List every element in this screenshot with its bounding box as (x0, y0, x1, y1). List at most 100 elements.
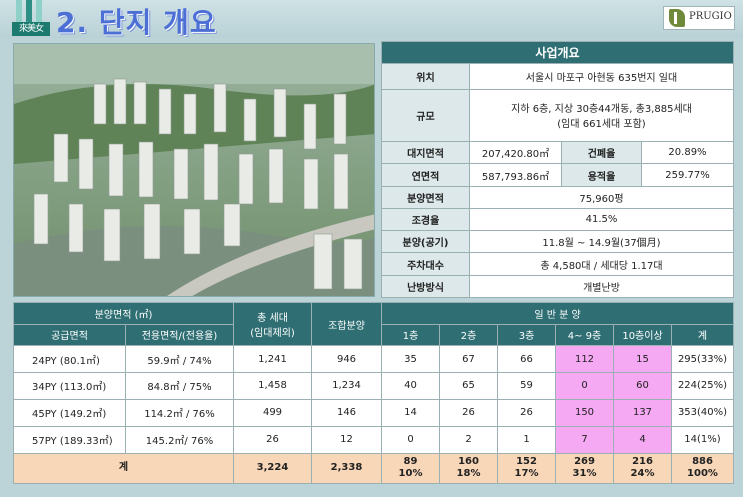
scale-line-1: 지하 6층, 지상 30층44개동, 총3,885세대 (511, 104, 692, 116)
value-scale: 지하 6층, 지상 30층44개동, 총3,885세대 (임대 661세대 포함… (469, 88, 734, 143)
label-floor-area: 연면적 (381, 163, 470, 187)
label-coverage: 건폐율 (561, 141, 642, 165)
total-sum: 886 100% (671, 452, 734, 485)
total-union: 2,338 (311, 452, 382, 485)
label-parking: 주차대수 (381, 252, 470, 276)
cell-row-sum: 295(33%) (671, 345, 734, 374)
label-schedule: 분양(공기) (381, 230, 470, 254)
prugio-logo: PRUGIO (663, 6, 735, 30)
cell-floor: 26 (439, 398, 498, 427)
value-parking: 총 4,580대 / 세대당 1.17대 (469, 252, 734, 276)
cell-union: 1,234 (311, 372, 382, 400)
header-floor-4-9: 4~ 9층 (555, 323, 614, 347)
total-share: 17% (514, 468, 539, 480)
total-share: 100% (687, 468, 718, 480)
cell-floor-highlight: 15 (613, 345, 672, 374)
total-count: 269 (574, 456, 595, 468)
total-units: 3,224 (233, 452, 312, 485)
cell-floor: 1 (497, 425, 556, 454)
cell-union: 146 (311, 398, 382, 427)
cell-floor-highlight: 150 (555, 398, 614, 427)
total-count: 216 (632, 456, 653, 468)
header-union: 조합분양 (311, 301, 382, 347)
cell-floor: 35 (381, 345, 440, 374)
header-floor-1: 1층 (381, 323, 440, 347)
unit-distribution-table: 분양면적 (㎡) 총 세대 (임대제외) 조합분양 일 반 분 양 공급면적 전… (13, 301, 734, 485)
cell-row-sum: 224(25%) (671, 372, 734, 400)
cell-floor-highlight: 137 (613, 398, 672, 427)
cell-floor: 0 (381, 425, 440, 454)
logo-text: PRUGIO (689, 11, 732, 22)
cell-supply: 34PY (113.0㎡) (13, 372, 126, 400)
total-label: 계 (13, 452, 234, 485)
header-total-line-1: 총 세대 (257, 313, 288, 325)
cell-exclusive: 114.2㎡ / 76% (125, 398, 234, 427)
cell-floor: 26 (497, 398, 556, 427)
cell-floor: 2 (439, 425, 498, 454)
cell-floor-highlight: 112 (555, 345, 614, 374)
value-site-area: 207,420.80㎡ (469, 141, 562, 165)
cell-exclusive: 145.2㎡/ 76% (125, 425, 234, 454)
label-sale-area: 분양면적 (381, 185, 470, 209)
cell-floor: 65 (439, 372, 498, 400)
cell-union: 946 (311, 345, 382, 374)
cell-exclusive: 84.8㎡ / 75% (125, 372, 234, 400)
value-heating: 개별난방 (469, 274, 734, 299)
cell-supply: 24PY (80.1㎡) (13, 345, 126, 374)
total-floor-2: 160 18% (439, 452, 498, 485)
project-summary-table: 사업개요 위치 서울시 마포구 아현동 635번지 일대 규모 지하 6층, 지… (381, 40, 734, 299)
badge-text: 來美女 (12, 22, 50, 36)
header-supply-area: 공급면적 (13, 323, 126, 347)
label-landscape: 조경율 (381, 207, 470, 232)
badge-logo: 來美女 (12, 0, 50, 38)
cell-union: 12 (311, 425, 382, 454)
leaf-icon (669, 9, 685, 27)
table-row: 34PY (113.0㎡) 84.8㎡ / 75% 1,458 1,234 40… (13, 372, 734, 400)
header-floor-10-plus: 10층이상 (613, 323, 672, 347)
table-row: 24PY (80.1㎡) 59.9㎡ / 74% 1,241 946 35 67… (13, 345, 734, 374)
value-schedule: 11.8월 ~ 14.9월(37個月) (469, 230, 734, 254)
value-location: 서울시 마포구 아현동 635번지 일대 (469, 63, 734, 90)
scale-line-2: (임대 661세대 포함) (557, 119, 646, 131)
cell-exclusive: 59.9㎡ / 74% (125, 345, 234, 374)
value-floor-area: 587,793.86㎡ (469, 163, 562, 187)
header-floor-sum: 계 (671, 323, 734, 347)
total-count: 89 (403, 456, 418, 468)
cell-floor: 66 (497, 345, 556, 374)
cell-floor-highlight: 60 (613, 372, 672, 400)
header-total-units: 총 세대 (임대제외) (233, 301, 312, 347)
value-coverage: 20.89% (641, 141, 734, 165)
total-share: 31% (572, 468, 597, 480)
cell-total: 26 (233, 425, 312, 454)
value-far: 259.77% (641, 163, 734, 187)
total-row: 계 3,224 2,338 89 10% 160 18% 152 17% 269 31%… (13, 452, 734, 485)
total-floor-1: 89 10% (381, 452, 440, 485)
cell-total: 1,241 (233, 345, 312, 374)
total-count: 152 (516, 456, 537, 468)
label-location: 위치 (381, 63, 470, 90)
total-share: 24% (630, 468, 655, 480)
cell-total: 499 (233, 398, 312, 427)
header-exclusive-area: 전용면적/(전용율) (125, 323, 234, 347)
value-landscape: 41.5% (469, 207, 734, 232)
page-title: 2. 단지 개요 (56, 6, 217, 39)
cell-floor: 40 (381, 372, 440, 400)
total-count: 886 (692, 456, 713, 468)
label-scale: 규모 (381, 88, 470, 143)
total-count: 160 (458, 456, 479, 468)
aerial-illustration (14, 44, 374, 296)
cell-floor-highlight: 4 (613, 425, 672, 454)
value-sale-area: 75,960평 (469, 185, 734, 209)
cell-floor: 14 (381, 398, 440, 427)
cell-supply: 45PY (149.2㎡) (13, 398, 126, 427)
table-row: 57PY (189.33㎡) 145.2㎡/ 76% 26 12 0 2 1 7… (13, 425, 734, 454)
total-floor-10-plus: 216 24% (613, 452, 672, 485)
total-floor-3: 152 17% (497, 452, 556, 485)
label-far: 용적율 (561, 163, 642, 187)
table-row: 45PY (149.2㎡) 114.2㎡ / 76% 499 146 14 26… (13, 398, 734, 427)
label-heating: 난방방식 (381, 274, 470, 299)
total-share: 10% (398, 468, 423, 480)
summary-heading: 사업개요 (381, 40, 734, 65)
total-share: 18% (456, 468, 481, 480)
cell-row-sum: 353(40%) (671, 398, 734, 427)
